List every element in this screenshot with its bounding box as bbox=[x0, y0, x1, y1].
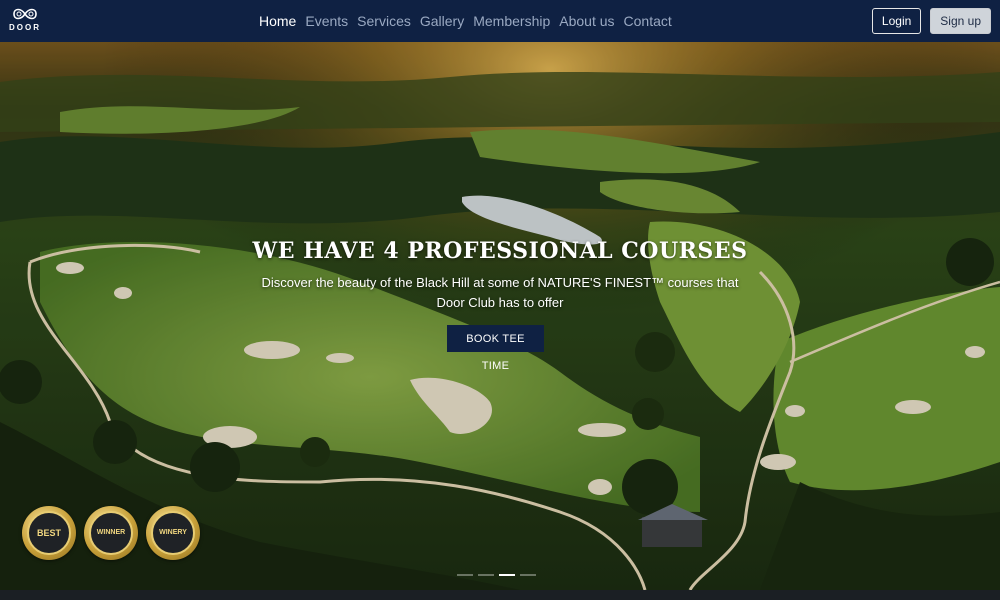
infinity-leaf-logo-icon bbox=[13, 8, 37, 20]
carousel-indicator-active[interactable] bbox=[499, 574, 515, 576]
hero-subtitle-line1: Discover the beauty of the Black Hill at… bbox=[261, 275, 739, 290]
brand-name: DOOR bbox=[9, 23, 41, 32]
winery-award-badge-icon: WINERY bbox=[146, 506, 200, 560]
main-nav: Home Events Services Gallery Membership … bbox=[259, 0, 681, 42]
nav-events-link[interactable]: Events bbox=[305, 13, 348, 29]
hero-subtitle-line2: Door Club has to offer bbox=[436, 295, 564, 310]
hero-title: WE HAVE 4 PROFESSIONAL COURSES bbox=[252, 238, 748, 264]
nav-services-link[interactable]: Services bbox=[357, 13, 411, 29]
nav-gallery-link[interactable]: Gallery bbox=[420, 13, 464, 29]
nav-membership-link[interactable]: Membership bbox=[473, 13, 550, 29]
carousel-indicator[interactable] bbox=[520, 574, 536, 576]
badge-text: WINNER bbox=[89, 511, 133, 555]
best-award-badge-icon: BEST bbox=[22, 506, 76, 560]
auth-buttons: Login Sign up bbox=[871, 8, 991, 34]
book-tee-time-button[interactable]: BOOK TEE TIME bbox=[447, 325, 544, 372]
winner-award-badge-icon: WINNER bbox=[84, 506, 138, 560]
carousel-indicator[interactable] bbox=[478, 574, 494, 576]
badge-text: WINERY bbox=[151, 511, 195, 555]
nav-contact-link[interactable]: Contact bbox=[624, 13, 672, 29]
carousel-indicators bbox=[457, 574, 536, 576]
hero-subtitle: Discover the beauty of the Black Hill at… bbox=[240, 273, 760, 313]
badge-text: BEST bbox=[27, 511, 71, 555]
signup-button[interactable]: Sign up bbox=[930, 8, 991, 34]
nav-about-link[interactable]: About us bbox=[559, 13, 614, 29]
bottom-bar bbox=[0, 590, 1000, 600]
brand-logo[interactable]: DOOR bbox=[8, 6, 42, 36]
hero-banner: WE HAVE 4 PROFESSIONAL COURSES Discover … bbox=[0, 42, 1000, 590]
login-button[interactable]: Login bbox=[871, 8, 922, 34]
award-badges: BEST WINNER WINERY bbox=[22, 506, 200, 560]
nav-home-link[interactable]: Home bbox=[259, 13, 296, 29]
top-navbar: DOOR Home Events Services Gallery Member… bbox=[0, 0, 1000, 42]
page: DOOR Home Events Services Gallery Member… bbox=[0, 0, 1000, 600]
carousel-indicator[interactable] bbox=[457, 574, 473, 576]
